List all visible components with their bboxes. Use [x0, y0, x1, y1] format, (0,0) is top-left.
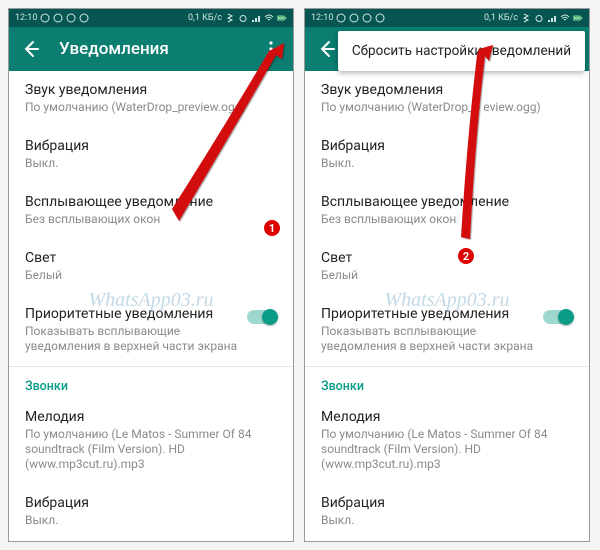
more-vert-icon [262, 40, 280, 58]
circle-icon [362, 13, 372, 23]
bluetooth-icon [225, 13, 235, 23]
bluetooth-icon [521, 13, 531, 23]
setting-title: Вибрация [321, 495, 573, 511]
battery-icon [277, 13, 287, 23]
priority-toggle[interactable] [543, 310, 573, 324]
app-bar: Сбросить настройки уведомлений [305, 27, 589, 71]
wifi-icon [560, 13, 570, 23]
setting-value: Белый [25, 268, 277, 283]
setting-notification-sound[interactable]: Звук уведомления По умолчанию (WaterDrop… [305, 71, 589, 127]
setting-priority[interactable]: Приоритетные уведомления Показывать вспл… [9, 295, 293, 366]
section-calls: Звонки [305, 367, 589, 398]
circle-icon [349, 13, 359, 23]
status-bar: 12:10 0,1 КБ/с [9, 9, 293, 27]
circle-icon [66, 13, 76, 23]
signal-icon [251, 13, 261, 23]
setting-vibration[interactable]: Вибрация Выкл. [305, 127, 589, 183]
setting-call-vibration[interactable]: Вибрация Выкл. [9, 484, 293, 540]
page-title: Уведомления [59, 39, 243, 59]
section-calls: Звонки [9, 367, 293, 398]
app-bar: Уведомления [9, 27, 293, 71]
setting-value: Показывать всплывающие уведомления в вер… [321, 324, 543, 354]
setting-notification-sound[interactable]: Звук уведомления По умолчанию (WaterDrop… [9, 71, 293, 127]
setting-title: Свет [321, 250, 573, 266]
setting-popup[interactable]: Всплывающее уведомление Без всплывающих … [305, 183, 589, 239]
setting-title: Свет [25, 250, 277, 266]
phone-left: 12:10 0,1 КБ/с Уведомления Звук уведомле… [8, 8, 294, 542]
signal-icon [547, 13, 557, 23]
setting-title: Всплывающее уведомление [25, 194, 277, 210]
setting-title: Приоритетные уведомления [25, 306, 247, 322]
setting-title: Вибрация [25, 495, 277, 511]
annotation-badge-2: 2 [457, 247, 475, 265]
setting-title: Звук уведомления [25, 82, 277, 98]
setting-light[interactable]: Свет Белый [305, 239, 589, 295]
status-time: 12:10 [15, 13, 37, 23]
circle-icon [79, 13, 89, 23]
setting-title: Вибрация [321, 138, 573, 154]
status-netspeed: 0,1 КБ/с [188, 13, 222, 23]
setting-title: Приоритетные уведомления [321, 306, 543, 322]
circle-icon [336, 13, 346, 23]
setting-title: Мелодия [321, 409, 573, 425]
arrow-back-icon [317, 39, 337, 59]
setting-priority[interactable]: Приоритетные уведомления Показывать вспл… [305, 295, 589, 366]
setting-value: Выкл. [321, 156, 573, 171]
wifi-icon [264, 13, 274, 23]
battery-icon [573, 13, 583, 23]
status-bar: 12:10 0,1 КБ/с [305, 9, 589, 27]
setting-call-melody[interactable]: Мелодия По умолчанию (Le Matos - Summer … [9, 398, 293, 484]
setting-value: Выкл. [25, 513, 277, 528]
arrow-back-icon [21, 39, 41, 59]
setting-value: Выкл. [25, 156, 277, 171]
menu-reset-notifications[interactable]: Сбросить настройки уведомлений [338, 31, 585, 71]
setting-value: Показывать всплывающие уведомления в вер… [25, 324, 247, 354]
setting-value: Выкл. [321, 513, 573, 528]
setting-value: По умолчанию (Le Matos - Summer Of 84 so… [25, 427, 277, 472]
setting-light[interactable]: Свет Белый [9, 239, 293, 295]
setting-value: По умолчанию (Le Matos - Summer Of 84 so… [321, 427, 573, 472]
setting-vibration[interactable]: Вибрация Выкл. [9, 127, 293, 183]
settings-list: Звук уведомления По умолчанию (WaterDrop… [9, 71, 293, 541]
setting-title: Вибрация [25, 138, 277, 154]
setting-value: По умолчанию (WaterDrop_p eview.ogg) [321, 100, 573, 115]
back-button[interactable] [315, 37, 339, 61]
overflow-menu-button[interactable] [259, 37, 283, 61]
circle-icon [40, 13, 50, 23]
alarm-icon [238, 13, 248, 23]
setting-title: Всплывающее уведомление [321, 194, 573, 210]
setting-value: По умолчанию (WaterDrop_preview.ogg) [25, 100, 277, 115]
setting-call-vibration[interactable]: Вибрация Выкл. [305, 484, 589, 540]
back-button[interactable] [19, 37, 43, 61]
status-time: 12:10 [311, 13, 333, 23]
alarm-icon [534, 13, 544, 23]
circle-icon [375, 13, 385, 23]
status-netspeed: 0,1 КБ/с [484, 13, 518, 23]
phone-right: 12:10 0,1 КБ/с Сбросить настройки уведом… [304, 8, 590, 542]
setting-popup[interactable]: Всплывающее уведомление Без всплывающих … [9, 183, 293, 239]
setting-title: Мелодия [25, 409, 277, 425]
settings-list: Звук уведомления По умолчанию (WaterDrop… [305, 71, 589, 541]
setting-title: Звук уведомления [321, 82, 573, 98]
circle-icon [53, 13, 63, 23]
setting-value: Без всплывающих окон [25, 212, 277, 227]
setting-value: Без всплывающих окон [321, 212, 573, 227]
annotation-badge-1: 1 [263, 219, 281, 237]
setting-value: Белый [321, 268, 573, 283]
priority-toggle[interactable] [247, 310, 277, 324]
menu-item-label: Сбросить настройки уведомлений [352, 43, 571, 59]
setting-call-melody[interactable]: Мелодия По умолчанию (Le Matos - Summer … [305, 398, 589, 484]
